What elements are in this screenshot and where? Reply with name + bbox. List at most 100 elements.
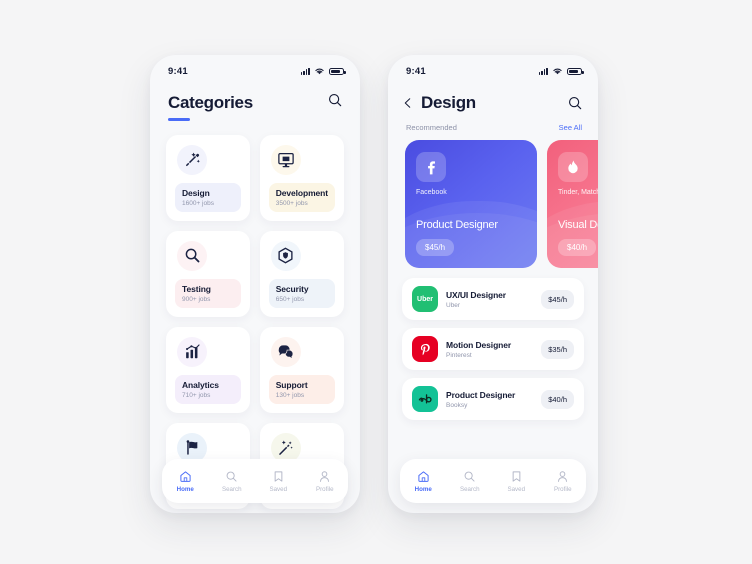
job-role: Motion Designer bbox=[446, 339, 512, 350]
tab-search[interactable]: Search bbox=[451, 470, 489, 493]
category-card-design[interactable]: Design 1600+ jobs bbox=[166, 134, 250, 221]
category-name: Testing bbox=[182, 283, 211, 294]
category-jobs: 710+ jobs bbox=[182, 391, 211, 399]
featured-card-tinder[interactable]: Tinder, Match Visual Designer $40/h bbox=[547, 140, 598, 268]
tab-profile[interactable]: Profile bbox=[306, 470, 344, 493]
tab-label: Saved bbox=[507, 485, 526, 493]
job-list-item-uber[interactable]: Uber UX/UI Designer Uber $45/h bbox=[402, 278, 584, 320]
categories-header: Categories bbox=[150, 81, 360, 121]
category-card-support[interactable]: Support 130+ jobs bbox=[259, 326, 344, 413]
job-company: Uber bbox=[446, 301, 461, 309]
category-chip: Development 3500+ jobs bbox=[268, 182, 335, 212]
featured-company: Facebook bbox=[416, 189, 447, 196]
tab-saved[interactable]: Saved bbox=[497, 470, 535, 493]
search-icon[interactable] bbox=[328, 93, 342, 107]
job-role: Product Designer bbox=[446, 389, 516, 400]
home-icon bbox=[180, 470, 191, 482]
category-name: Design bbox=[182, 187, 210, 198]
person-icon bbox=[558, 470, 568, 482]
job-pay: $40/h bbox=[541, 389, 574, 409]
job-pay: $45/h bbox=[541, 289, 574, 309]
featured-company: Tinder, Match bbox=[558, 189, 598, 196]
home-icon bbox=[418, 470, 429, 482]
cellular-bars-icon bbox=[538, 67, 548, 75]
category-jobs: 130+ jobs bbox=[275, 391, 305, 399]
job-company: Pinterest bbox=[446, 351, 472, 359]
bottom-tab-bar-left: Home Search Saved Profile bbox=[162, 459, 348, 503]
status-bar-left: 9:41 bbox=[150, 55, 360, 81]
screen-categories: Categories Design 1600+ jobs Development… bbox=[150, 81, 360, 513]
tab-home[interactable]: Home bbox=[404, 470, 442, 493]
job-list-item-pinterest[interactable]: Motion Designer Pinterest $35/h bbox=[402, 328, 584, 370]
job-list: Uber UX/UI Designer Uber $45/h Motion De… bbox=[388, 268, 598, 420]
chevron-left-icon[interactable] bbox=[402, 97, 414, 109]
facebook-icon bbox=[416, 152, 446, 182]
category-chip: Security 650+ jobs bbox=[268, 278, 335, 308]
bookmark-icon bbox=[274, 470, 283, 482]
category-name: Analytics bbox=[182, 379, 219, 390]
tinder-flame-icon bbox=[558, 152, 588, 182]
search-icon[interactable] bbox=[568, 96, 582, 110]
job-pay: $35/h bbox=[541, 339, 574, 359]
phone-mockup-categories: 9:41 Categories Design 1600+ jobs Develo… bbox=[150, 55, 360, 513]
category-name: Support bbox=[275, 379, 308, 390]
battery-icon bbox=[567, 67, 584, 75]
tab-search[interactable]: Search bbox=[213, 470, 251, 493]
search-icon bbox=[464, 471, 475, 482]
section-label: Recommended bbox=[406, 123, 457, 132]
category-card-security[interactable]: Security 650+ jobs bbox=[259, 230, 344, 317]
see-all-link[interactable]: See All bbox=[559, 123, 582, 132]
tab-home[interactable]: Home bbox=[166, 470, 204, 493]
search-icon bbox=[226, 471, 237, 482]
wifi-icon bbox=[315, 68, 324, 75]
featured-pay: $40/h bbox=[558, 239, 597, 256]
tab-label: Search bbox=[221, 485, 242, 493]
tab-profile[interactable]: Profile bbox=[544, 470, 582, 493]
category-grid: Design 1600+ jobs Development 3500+ jobs… bbox=[150, 134, 360, 509]
status-icons bbox=[538, 67, 584, 75]
job-text: Motion Designer Pinterest bbox=[446, 340, 533, 359]
screen-design: Design Recommended See All Facebook Prod… bbox=[388, 81, 598, 513]
tab-label: Home bbox=[414, 485, 432, 493]
job-role: UX/UI Designer bbox=[446, 289, 507, 300]
page-title-block: Categories bbox=[168, 93, 253, 121]
category-chip: Testing 900+ jobs bbox=[175, 278, 241, 308]
category-chip: Design 1600+ jobs bbox=[175, 182, 241, 212]
shield-hex-icon bbox=[270, 240, 301, 271]
category-jobs: 650+ jobs bbox=[275, 295, 305, 303]
phone-mockup-design: 9:41 Design Recommended See All Facebook… bbox=[388, 55, 598, 513]
featured-jobs-carousel[interactable]: Facebook Product Designer $45/h Tinder, … bbox=[388, 132, 598, 268]
wifi-icon bbox=[553, 68, 562, 75]
page-title: Design bbox=[421, 93, 476, 112]
featured-role: Visual Designer bbox=[558, 219, 598, 231]
card-decoration bbox=[547, 201, 598, 268]
bar-chart-icon bbox=[177, 336, 207, 367]
page-title: Categories bbox=[168, 93, 253, 112]
tab-label: Profile bbox=[553, 485, 572, 493]
category-chip: Support 130+ jobs bbox=[268, 374, 335, 404]
tab-label: Search bbox=[459, 485, 480, 493]
chat-bubbles-icon bbox=[270, 336, 301, 367]
tab-label: Home bbox=[176, 485, 194, 493]
job-text: UX/UI Designer Uber bbox=[446, 290, 533, 309]
category-jobs: 3500+ jobs bbox=[275, 199, 308, 207]
job-list-item-booksy[interactable]: Product Designer Booksy $40/h bbox=[402, 378, 584, 420]
featured-card-facebook[interactable]: Facebook Product Designer $45/h bbox=[405, 140, 537, 268]
category-chip: Analytics 710+ jobs bbox=[175, 374, 241, 404]
tab-label: Saved bbox=[269, 485, 288, 493]
design-header: Design bbox=[388, 81, 598, 113]
status-time: 9:41 bbox=[168, 65, 188, 77]
monitor-code-icon bbox=[270, 144, 301, 175]
pinterest-logo-icon bbox=[412, 336, 438, 362]
status-icons bbox=[300, 67, 346, 75]
tab-saved[interactable]: Saved bbox=[259, 470, 297, 493]
featured-role: Product Designer bbox=[416, 219, 498, 231]
job-text: Product Designer Booksy bbox=[446, 390, 533, 409]
category-name: Development bbox=[275, 187, 328, 198]
category-card-analytics[interactable]: Analytics 710+ jobs bbox=[166, 326, 250, 413]
category-card-development[interactable]: Development 3500+ jobs bbox=[259, 134, 344, 221]
category-card-testing[interactable]: Testing 900+ jobs bbox=[166, 230, 250, 317]
job-company: Booksy bbox=[446, 401, 468, 409]
canvas: 9:41 Categories Design 1600+ jobs Develo… bbox=[0, 0, 752, 564]
tab-label: Profile bbox=[315, 485, 334, 493]
